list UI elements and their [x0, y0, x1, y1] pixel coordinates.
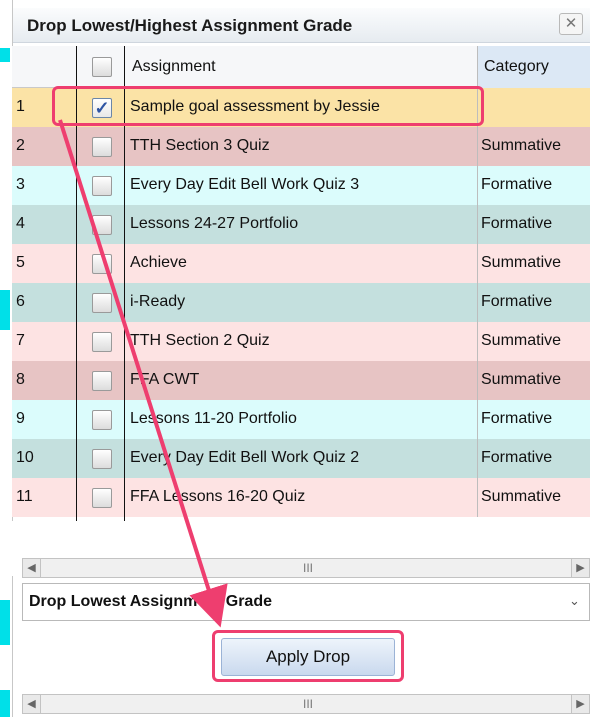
- annotation-arrow: [58, 119, 228, 628]
